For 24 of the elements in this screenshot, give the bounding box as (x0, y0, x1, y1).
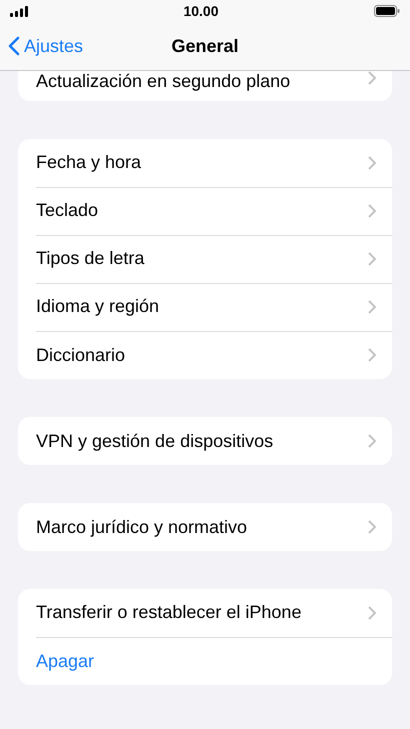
settings-item[interactable]: Apagar (36, 650, 94, 672)
chevron-right-icon (368, 252, 376, 266)
settings-item[interactable]: Tipos de letra (36, 248, 144, 269)
status-time: 10.00 (183, 3, 219, 19)
settings-item[interactable]: Transferir o restablecer el iPhone (36, 602, 302, 623)
chevron-right-icon (368, 434, 376, 448)
chevron-right-icon (368, 348, 376, 362)
chevron-right-icon (368, 606, 376, 620)
chevron-right-icon (368, 204, 376, 218)
chevron-right-icon (368, 156, 376, 170)
settings-item[interactable]: Teclado (36, 200, 98, 221)
settings-item[interactable]: Fecha y hora (36, 152, 142, 173)
back-button[interactable]: Ajustes (0, 36, 84, 56)
chevron-right-icon (368, 520, 376, 534)
settings-item[interactable]: Actualización en segundo plano (36, 71, 290, 92)
signal-icon (10, 6, 28, 16)
settings-item[interactable]: VPN y gestión de dispositivos (36, 430, 274, 452)
chevron-left-icon (8, 36, 20, 56)
battery-icon (374, 5, 400, 17)
settings-item[interactable]: Idioma y región (36, 296, 160, 317)
chevron-right-icon (368, 300, 376, 314)
settings-item[interactable]: Marco jurídico y normativo (36, 516, 248, 538)
settings-item[interactable]: Diccionario (36, 344, 126, 366)
page-title: General (171, 36, 239, 56)
